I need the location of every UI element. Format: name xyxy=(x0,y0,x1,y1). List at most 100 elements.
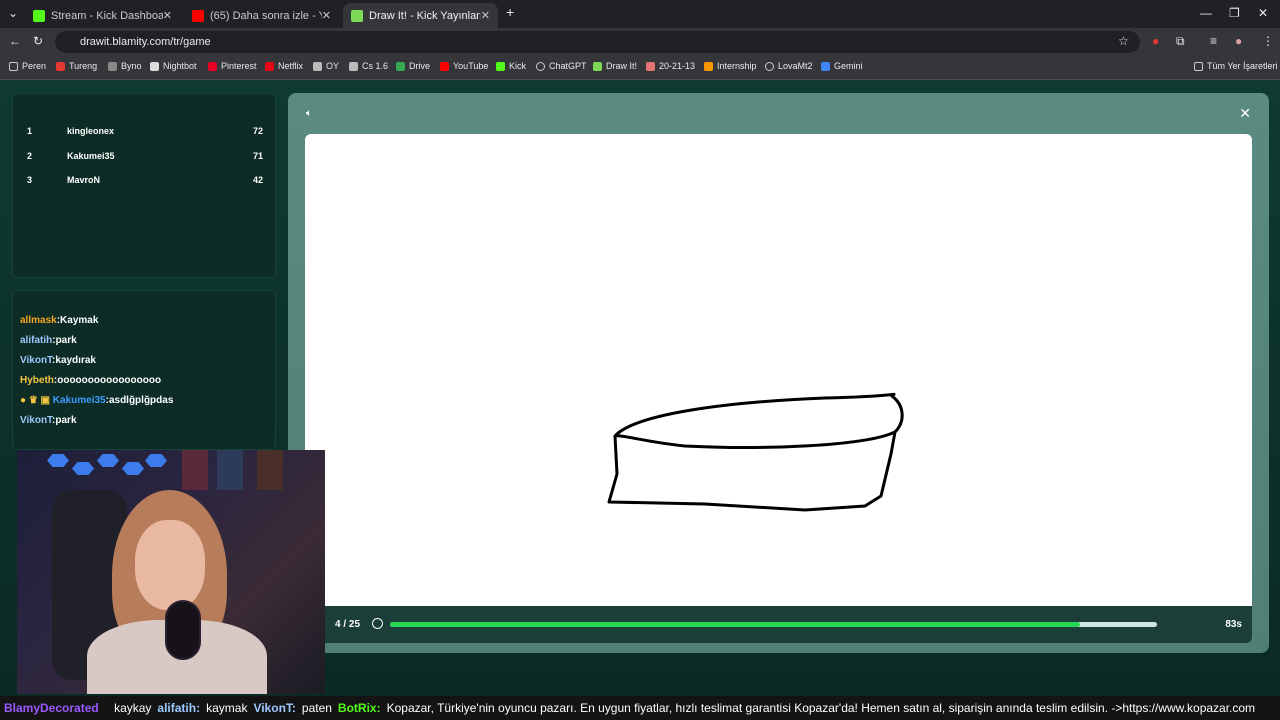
bookmark-item[interactable]: Draw It! xyxy=(593,61,637,71)
tab-strip: Stream - Kick Dashboard ✕ (65) Daha sonr… xyxy=(0,0,1280,28)
ticker-colon: : xyxy=(104,701,109,715)
hex-light xyxy=(72,462,94,475)
tab-draw-it[interactable]: Draw It! - Kick Yayınları İçin Çiz ✕ xyxy=(343,3,498,28)
back-icon[interactable]: ← xyxy=(9,34,21,48)
minimize-icon[interactable]: — xyxy=(1200,6,1212,20)
bookmark-item[interactable]: 20-21-13 xyxy=(646,61,695,71)
byno-icon xyxy=(108,61,117,71)
close-tab-icon[interactable]: ✕ xyxy=(163,9,172,22)
chat-message: VikonT:park xyxy=(20,415,77,426)
timer-icon xyxy=(372,618,383,629)
bookmark-item[interactable]: Netflix xyxy=(265,61,303,71)
chat-message: alifatih:park xyxy=(20,335,77,346)
bookmark-item[interactable]: Byno xyxy=(108,61,142,71)
pinterest-icon xyxy=(208,61,217,71)
folder-icon xyxy=(1194,61,1203,71)
hex-light xyxy=(145,454,167,467)
tab-kick-dashboard[interactable]: Stream - Kick Dashboard ✕ xyxy=(25,3,180,28)
hex-light xyxy=(122,462,144,475)
bookmark-item[interactable]: OY xyxy=(313,61,339,71)
bookmark-item[interactable]: LovaMt2 xyxy=(765,61,813,71)
close-icon[interactable]: ✕ xyxy=(1239,105,1251,122)
browser-chrome: Stream - Kick Dashboard ✕ (65) Daha sonr… xyxy=(0,0,1280,80)
bookmark-item[interactable]: Pinterest xyxy=(208,61,257,71)
microphone xyxy=(165,600,201,660)
tureng-icon xyxy=(56,61,65,71)
leaderboard-row: 3 MavroN 42 xyxy=(27,175,263,185)
media-icon[interactable]: ≡ xyxy=(1210,34,1217,48)
bookmark-item[interactable]: Internship xyxy=(704,61,757,71)
gemini-icon xyxy=(821,61,830,71)
close-window-icon[interactable]: ✕ xyxy=(1258,6,1268,20)
chat-panel: allmask:Kaymak alifatih:park VikonT:kayd… xyxy=(12,290,276,450)
leaderboard-row: 2 Kakumei35 71 xyxy=(27,151,263,161)
all-bookmarks[interactable]: Tüm Yer İşaretleri xyxy=(1194,61,1278,71)
toolbar: ← ↻ drawit.blamity.com/tr/game ☆ ● ⧉ ≡ ●… xyxy=(0,28,1280,56)
tab-youtube[interactable]: (65) Daha sonra izle - YouTube ✕ xyxy=(184,3,339,28)
timer-track xyxy=(390,622,1157,627)
bookmark-item[interactable]: Nightbot xyxy=(150,61,197,71)
avatar[interactable]: ● xyxy=(1235,34,1242,48)
oy-icon xyxy=(313,61,322,71)
menu-icon[interactable]: ⋮ xyxy=(1262,34,1274,48)
streamer-face xyxy=(135,520,205,610)
chat-message: allmask:Kaymak xyxy=(20,315,99,326)
bookmark-item[interactable]: Tureng xyxy=(56,61,97,71)
globe-icon xyxy=(765,61,774,71)
bookmark-item[interactable]: ChatGPT xyxy=(536,61,587,71)
bookmarks-bar: Peren Tureng Byno Nightbot Pinterest Net… xyxy=(0,56,1280,80)
tab-search-icon[interactable]: ⌄ xyxy=(8,6,18,20)
chatgpt-icon xyxy=(536,61,545,71)
youtube-icon xyxy=(192,9,204,22)
new-tab-button[interactable]: + xyxy=(506,4,514,20)
reload-icon[interactable]: ↻ xyxy=(33,34,43,48)
close-tab-icon[interactable]: ✕ xyxy=(481,9,490,22)
address-bar[interactable]: drawit.blamity.com/tr/game xyxy=(55,31,1140,53)
bookmark-star-icon[interactable]: ☆ xyxy=(1118,34,1129,48)
url-text: drawit.blamity.com/tr/game xyxy=(80,36,211,48)
hex-light xyxy=(47,454,69,467)
bookmark-item[interactable]: Kick xyxy=(496,61,526,71)
bookmark-item[interactable]: Drive xyxy=(396,61,430,71)
game-panel: 🔈︎ ✕ 4 / 25 83s xyxy=(288,93,1269,653)
speaker-icon[interactable]: 🔈︎ xyxy=(306,108,312,119)
extension-icon[interactable]: ● xyxy=(1152,34,1159,48)
bookmark-item[interactable]: Gemini xyxy=(821,61,863,71)
badge-icon: ● ♛ ▣ xyxy=(20,395,53,406)
seconds-left: 83s xyxy=(1225,619,1242,630)
bookmark-item[interactable]: Peren xyxy=(9,61,46,71)
nightbot-icon xyxy=(150,61,159,71)
chat-message: ● ♛ ▣ Kakumei35:asdlğplğpdas xyxy=(20,395,174,406)
timer-fill xyxy=(390,622,1081,627)
kick-icon xyxy=(33,9,45,22)
netflix-icon xyxy=(265,61,274,71)
kick-icon xyxy=(496,61,505,71)
cs-icon xyxy=(349,61,358,71)
bookmark-item[interactable]: Cs 1.6 xyxy=(349,61,388,71)
youtube-icon xyxy=(440,61,449,71)
drive-icon xyxy=(396,61,405,71)
drawing-sketch xyxy=(607,392,904,512)
page-content: 1 kingleonex 72 2 Kakumei35 71 3 MavroN … xyxy=(0,80,1280,720)
drawing-canvas[interactable] xyxy=(305,134,1252,606)
close-tab-icon[interactable]: ✕ xyxy=(322,9,331,22)
draw-it-icon xyxy=(351,9,363,22)
leaderboard: 1 kingleonex 72 2 Kakumei35 71 3 MavroN … xyxy=(12,93,276,278)
chat-message: Hybeth:ooooooooooooooooo xyxy=(20,375,162,386)
extensions-puzzle-icon[interactable]: ⧉ xyxy=(1176,34,1185,49)
round-progress: 4 / 25 83s xyxy=(305,606,1252,643)
round-counter: 4 / 25 xyxy=(335,619,361,630)
draw-it-icon xyxy=(593,61,602,71)
wall-poster xyxy=(257,450,283,490)
webcam-overlay xyxy=(17,450,325,694)
wall-poster xyxy=(217,450,243,490)
folder-icon xyxy=(9,61,18,71)
leaderboard-row: 1 kingleonex 72 xyxy=(27,126,263,136)
chat-ticker: BlamyDecorated: kaykay alifatih: kaymak V… xyxy=(0,696,1280,720)
internship-icon xyxy=(704,61,713,71)
wall-poster xyxy=(182,450,208,490)
bookmark-icon xyxy=(646,61,655,71)
chat-message: VikonT:kaydırak xyxy=(20,355,96,366)
bookmark-item[interactable]: YouTube xyxy=(440,61,488,71)
restore-icon[interactable]: ❐ xyxy=(1229,6,1240,20)
